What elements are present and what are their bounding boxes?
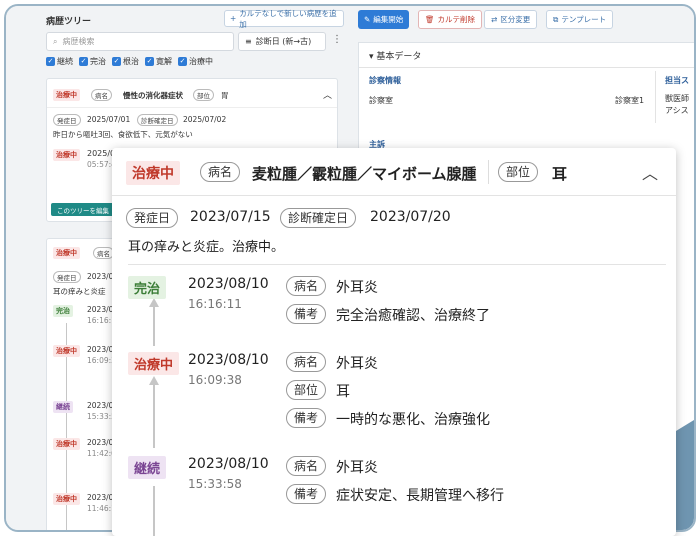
entry-status: 継続 bbox=[53, 401, 73, 413]
child-status: 治療中 bbox=[53, 149, 80, 161]
panel-title: 病歴ツリー bbox=[46, 17, 92, 27]
sort-button[interactable]: ≡ 診断日 (新→古) bbox=[238, 32, 326, 51]
entry-date: 2023/0 bbox=[87, 305, 114, 314]
change-category-button[interactable]: ⇄ 区分変更 bbox=[484, 10, 538, 29]
status-filters: ✓ 継続 ✓ 完治 ✓ 根治 ✓ 寛解 ✓ 治療中 bbox=[46, 56, 213, 67]
timeline-line bbox=[153, 306, 155, 346]
part-label: 部位 bbox=[498, 162, 539, 182]
staff-title: 担当ス bbox=[665, 76, 689, 85]
entry-date: 2023/0 bbox=[87, 493, 114, 502]
name-label: 病名 bbox=[93, 247, 114, 259]
row-value: 一時的な悪化、治療強化 bbox=[336, 412, 490, 428]
disease-name: 麦粒腫／霰粒腫／マイボーム腺腫 bbox=[252, 165, 477, 183]
timeline-line bbox=[153, 384, 155, 448]
entry-status: 完治 bbox=[128, 276, 167, 299]
onset-date: 2023/07/15 bbox=[190, 209, 271, 225]
filter-cured[interactable]: ✓ 完治 bbox=[79, 56, 106, 67]
arrow-up-icon bbox=[149, 376, 159, 385]
popup-header: 治療中 病名 麦粒腫／霰粒腫／マイボーム腺腫 部位 耳 ︿ bbox=[112, 148, 676, 196]
trash-icon: 🗑 bbox=[425, 15, 435, 24]
note: 耳の痒みと炎症。治療中。 bbox=[128, 240, 285, 255]
staff-line: 獣医師 bbox=[665, 94, 689, 103]
row-label: 備考 bbox=[286, 304, 327, 324]
row-value: 完全治癒確認、治療終了 bbox=[336, 308, 490, 324]
row-value: 耳 bbox=[336, 384, 350, 400]
entry-status: 治療中 bbox=[128, 352, 180, 375]
status-badge: 治療中 bbox=[126, 161, 180, 185]
status-badge: 治療中 bbox=[53, 89, 80, 101]
template-button[interactable]: ⧉ テンプレート bbox=[546, 10, 614, 29]
room-value: 診察室1 bbox=[615, 96, 645, 105]
search-icon: ⌕ bbox=[53, 36, 58, 46]
part-value: 胃 bbox=[221, 91, 229, 100]
row-label: 備考 bbox=[286, 408, 327, 428]
name-label: 病名 bbox=[91, 89, 112, 101]
entry-date: 2023/0 bbox=[87, 401, 114, 410]
edit-tree-button[interactable]: このツリーを編集 bbox=[51, 203, 115, 216]
name-label: 病名 bbox=[200, 162, 241, 182]
divider bbox=[128, 264, 666, 265]
entry-status: 継続 bbox=[128, 456, 167, 479]
history-detail-popup: 治療中 病名 麦粒腫／霰粒腫／マイボーム腺腫 部位 耳 ︿ 発症日 2023/0… bbox=[112, 148, 676, 536]
entry-date: 2023/08/10 bbox=[188, 352, 269, 368]
filter-treating[interactable]: ✓ 治療中 bbox=[178, 56, 213, 67]
part-label: 部位 bbox=[193, 89, 214, 101]
row-label: 病名 bbox=[286, 352, 327, 372]
filter-continue[interactable]: ✓ 継続 bbox=[46, 56, 73, 67]
entry-status: 治療中 bbox=[53, 493, 80, 505]
row-label: 部位 bbox=[286, 380, 327, 400]
entry-date: 2023/0 bbox=[87, 345, 114, 354]
diag-date: 2025/07/02 bbox=[183, 115, 227, 124]
row-label: 備考 bbox=[286, 484, 327, 504]
onset-date: 2025/07/01 bbox=[87, 115, 131, 124]
row-value: 外耳炎 bbox=[336, 460, 378, 476]
entry-time: 15:33:58 bbox=[188, 477, 242, 491]
section-title[interactable]: ▾ 基本データ bbox=[369, 49, 421, 62]
swap-icon: ⇄ bbox=[491, 15, 498, 24]
edit-icon: ✎ bbox=[364, 15, 371, 24]
onset-label: 発症日 bbox=[53, 114, 81, 126]
plus-icon: + bbox=[230, 14, 237, 23]
arrow-up-icon bbox=[149, 298, 159, 307]
row-label: 病名 bbox=[286, 456, 327, 476]
part-value: 耳 bbox=[552, 165, 568, 183]
filter-remission[interactable]: ✓ 寛解 bbox=[145, 56, 172, 67]
kebab-icon[interactable]: ⋮ bbox=[332, 34, 342, 45]
entry-status: 治療中 bbox=[53, 438, 80, 450]
entry-date: 2023/08/10 bbox=[188, 456, 269, 472]
note: 昨日から嘔吐3回、食欲低下、元気がない bbox=[53, 130, 193, 139]
row-value: 外耳炎 bbox=[336, 280, 378, 296]
entry-time: 16:16:11 bbox=[188, 297, 242, 311]
staff-line: アシス bbox=[665, 106, 689, 115]
template-icon: ⧉ bbox=[553, 14, 559, 24]
note: 耳の痒みと炎症 bbox=[53, 287, 106, 296]
diag-label: 診断確定日 bbox=[137, 114, 178, 126]
entry-time: 16:09:38 bbox=[188, 373, 242, 387]
entry-date: 2023/0 bbox=[87, 438, 114, 447]
row-value: 外耳炎 bbox=[336, 356, 378, 372]
filter-radical[interactable]: ✓ 根治 bbox=[112, 56, 139, 67]
chevron-up-icon[interactable]: ︿ bbox=[323, 88, 332, 101]
disease-name: 慢性の消化器症状 bbox=[123, 91, 183, 100]
entry-date: 2023/08/10 bbox=[188, 276, 269, 292]
onset-label: 発症日 bbox=[126, 208, 179, 228]
entry-status: 治療中 bbox=[53, 345, 80, 357]
entry-status: 完治 bbox=[53, 305, 73, 317]
clinic-info-title: 診察情報 bbox=[369, 76, 401, 85]
add-history-button[interactable]: + カルテなしで新しい病歴を追加 bbox=[224, 9, 344, 29]
edit-start-button[interactable]: ✎ 編集開始 bbox=[358, 10, 410, 29]
status-badge: 治療中 bbox=[53, 247, 80, 259]
sort-icon: ≡ bbox=[245, 37, 252, 46]
diag-label: 診断確定日 bbox=[280, 208, 357, 228]
timeline-line bbox=[153, 486, 155, 536]
chevron-up-icon[interactable]: ︿ bbox=[642, 160, 658, 184]
onset-label: 発症日 bbox=[53, 271, 81, 283]
room-label: 診察室 bbox=[369, 96, 393, 105]
row-label: 病名 bbox=[286, 276, 327, 296]
row-value: 症状安定、長期管理へ移行 bbox=[336, 488, 504, 504]
diag-date: 2023/07/20 bbox=[370, 209, 451, 225]
search-input[interactable]: ⌕ 病歴検索 bbox=[46, 32, 234, 51]
delete-chart-button[interactable]: 🗑 カルテ削除 bbox=[418, 10, 483, 29]
